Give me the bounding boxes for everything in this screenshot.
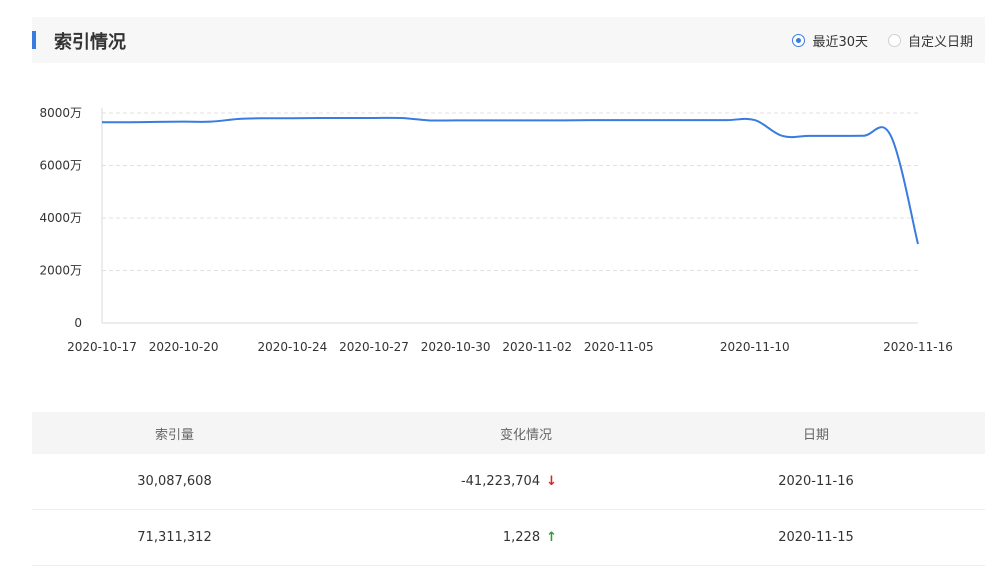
range-option-custom-date[interactable]: 自定义日期: [887, 31, 973, 50]
y-tick-label: 4000万: [39, 211, 82, 225]
column-header-date: 日期: [802, 427, 829, 443]
range-option-label: 自定义日期: [907, 35, 973, 50]
y-tick-label: 0: [74, 316, 82, 330]
radio-unchecked-icon[interactable]: [887, 34, 901, 47]
cell-count: 71,311,312: [137, 530, 212, 545]
title-accent-bar: [32, 31, 36, 49]
y-tick-label: 8000万: [39, 106, 82, 120]
x-tick-label: 2020-10-24: [258, 340, 328, 354]
arrow-up-icon: ↑: [546, 530, 557, 545]
index-table: 索引量 变化情况 日期 30,087,608 -41,223,704 ↓ 2020…: [32, 412, 985, 566]
cell-date: 2020-11-15: [778, 530, 854, 545]
table-header: 索引量 变化情况 日期: [32, 412, 985, 454]
date-range-selector: 最近30天 自定义日期: [772, 31, 973, 50]
cell-date: 2020-11-16: [778, 474, 854, 489]
range-option-label: 最近30天: [812, 35, 868, 50]
table-row: 30,087,608 -41,223,704 ↓ 2020-11-16: [32, 454, 985, 510]
arrow-down-icon: ↓: [546, 474, 557, 489]
cell-change: -41,223,704 ↓: [317, 474, 557, 489]
section-title: 索引情况: [54, 32, 126, 53]
x-tick-label: 2020-10-17: [67, 340, 137, 354]
x-tick-label: 2020-10-30: [421, 340, 491, 354]
series-line: [101, 116, 919, 245]
cell-change: 1,228 ↑: [317, 530, 557, 545]
section-header: 索引情况 最近30天 自定义日期: [32, 17, 985, 63]
x-tick-label: 2020-11-10: [720, 340, 790, 354]
x-tick-label: 2020-11-16: [883, 340, 953, 354]
change-value: -41,223,704: [460, 474, 541, 489]
change-value: 1,228: [502, 530, 541, 545]
radio-checked-icon[interactable]: [792, 34, 806, 47]
x-tick-label: 2020-11-05: [584, 340, 654, 354]
x-tick-label: 2020-11-02: [502, 340, 572, 354]
index-line-chart: 0 2000万 4000万 6000万 8000万 2020-10-17 2020-10-2…: [39, 106, 953, 354]
column-header-change: 变化情况: [499, 427, 552, 443]
range-option-last-30-days[interactable]: 最近30天: [792, 31, 868, 50]
column-header-count: 索引量: [154, 427, 194, 443]
y-tick-label: 2000万: [39, 264, 82, 278]
x-tick-label: 2020-10-20: [149, 340, 219, 354]
cell-count: 30,087,608: [137, 474, 212, 489]
table-row: 71,311,312 1,228 ↑ 2020-11-15: [32, 510, 985, 566]
y-tick-label: 6000万: [39, 159, 82, 173]
x-tick-label: 2020-10-27: [339, 340, 409, 354]
